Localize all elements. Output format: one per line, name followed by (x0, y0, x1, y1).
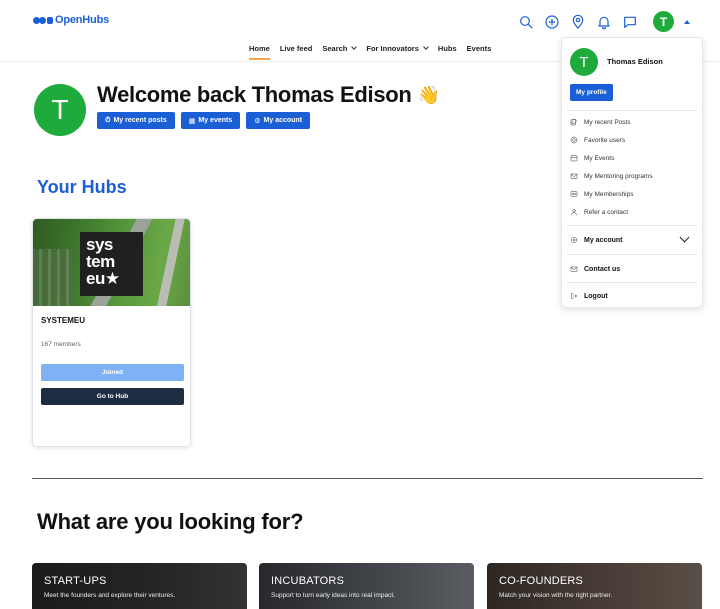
user-menu-dropdown: T Thomas Edison My profile My recent Pos… (561, 37, 703, 308)
mail-icon (570, 266, 578, 272)
menu-item-contact-us[interactable]: Contact us (570, 263, 620, 275)
nav-item-home[interactable]: Home (249, 44, 270, 60)
menu-item-my-account[interactable]: My account (570, 234, 623, 246)
plus-circle-icon[interactable] (543, 13, 561, 31)
clock-icon: ⏱ (105, 116, 111, 124)
edit-icon (570, 118, 577, 126)
menu-item-logout[interactable]: Logout (570, 290, 608, 302)
menu-item-refer-contact[interactable]: Refer a contact (570, 206, 628, 218)
envelope-icon (570, 173, 578, 179)
joined-button[interactable]: Joined (41, 364, 184, 381)
menu-item-my-events[interactable]: My Events (570, 152, 614, 164)
wave-hand-icon: 👋 (417, 84, 440, 105)
category-desc: Support to turn early ideas into real im… (271, 592, 395, 599)
menu-divider (567, 110, 697, 111)
user-avatar-button[interactable]: T (653, 11, 674, 32)
gear-icon (571, 237, 577, 243)
section-divider (32, 478, 703, 479)
logo-text: OpenHubs (55, 14, 110, 26)
bell-icon[interactable] (595, 13, 613, 31)
nav-item-events[interactable]: Events (467, 44, 492, 60)
location-pin-icon[interactable] (569, 13, 587, 31)
dropdown-user-name: Thomas Edison (607, 57, 663, 66)
welcome-title: Welcome back Thomas Edison (97, 82, 412, 107)
search-icon[interactable] (517, 13, 535, 31)
menu-item-mentoring-programs[interactable]: My Mentoring programs (570, 170, 653, 182)
go-to-hub-button[interactable]: Go to Hub (41, 388, 184, 405)
profile-avatar: T (34, 84, 86, 136)
chevron-down-icon (423, 44, 429, 50)
user-icon (571, 209, 577, 216)
hub-member-count: 167 members (41, 341, 81, 348)
caret-up-icon[interactable] (684, 19, 690, 24)
category-title: START-UPS (44, 575, 107, 587)
my-recent-posts-button[interactable]: ⏱ My recent posts (97, 112, 175, 129)
target-icon (570, 136, 578, 144)
category-desc: Meet the founders and explore their vent… (44, 592, 176, 599)
my-profile-button[interactable]: My profile (570, 84, 613, 101)
menu-divider (567, 225, 697, 226)
chevron-down-icon (351, 44, 358, 50)
my-events-button[interactable]: ▦ My events (180, 112, 241, 129)
category-desc: Match your vision with the right partner… (499, 592, 613, 599)
category-card-startups[interactable]: START-UPS Meet the founders and explore … (32, 563, 247, 609)
gear-icon: ⚙ (254, 117, 261, 125)
main-nav: Home Live feed Search For Innovators Hub… (249, 44, 491, 60)
category-title: INCUBATORS (271, 575, 345, 587)
calendar-icon: ▦ (188, 117, 196, 125)
hub-card-systemeu[interactable]: sys tem eu★ SYSTEMEU 167 members Joined … (32, 218, 191, 447)
category-card-cofounders[interactable]: CO-FOUNDERS Match your vision with the r… (487, 563, 702, 609)
category-card-incubators[interactable]: INCUBATORS Support to turn early ideas i… (259, 563, 474, 609)
my-account-button[interactable]: ⚙ My account (246, 112, 311, 129)
welcome-heading: Welcome back Thomas Edison 👋 (97, 82, 440, 108)
category-title: CO-FOUNDERS (499, 575, 584, 587)
openhubs-logo[interactable]: OpenHubs (33, 14, 109, 26)
hub-logo: sys tem eu★ (80, 232, 143, 296)
chat-icon[interactable] (621, 13, 639, 31)
menu-item-memberships[interactable]: My Memberships (570, 188, 633, 200)
id-card-icon (570, 191, 578, 197)
nav-item-live-feed[interactable]: Live feed (280, 44, 313, 60)
looking-for-title: What are you looking for? (37, 509, 304, 534)
quick-actions: ⏱ My recent posts ▦ My events ⚙ My account (97, 112, 311, 129)
logo-mark-icon (33, 16, 53, 24)
chevron-down-icon[interactable] (679, 232, 690, 243)
nav-item-search[interactable]: Search (322, 44, 358, 60)
nav-item-hubs[interactable]: Hubs (438, 44, 457, 60)
dropdown-avatar: T (570, 48, 598, 76)
menu-divider (567, 254, 697, 255)
menu-item-recent-posts[interactable]: My recent Posts (570, 116, 631, 128)
logout-icon (571, 293, 577, 299)
hub-cover-image: sys tem eu★ (33, 219, 190, 306)
menu-divider (567, 282, 697, 283)
nav-item-for-innovators[interactable]: For Innovators (366, 44, 429, 60)
header-actions: T (517, 11, 690, 32)
menu-item-favorite-users[interactable]: Favorite users (570, 134, 625, 146)
hub-name: SYSTEMEU (41, 316, 86, 325)
your-hubs-title: Your Hubs (37, 177, 127, 197)
calendar-icon (570, 155, 578, 162)
